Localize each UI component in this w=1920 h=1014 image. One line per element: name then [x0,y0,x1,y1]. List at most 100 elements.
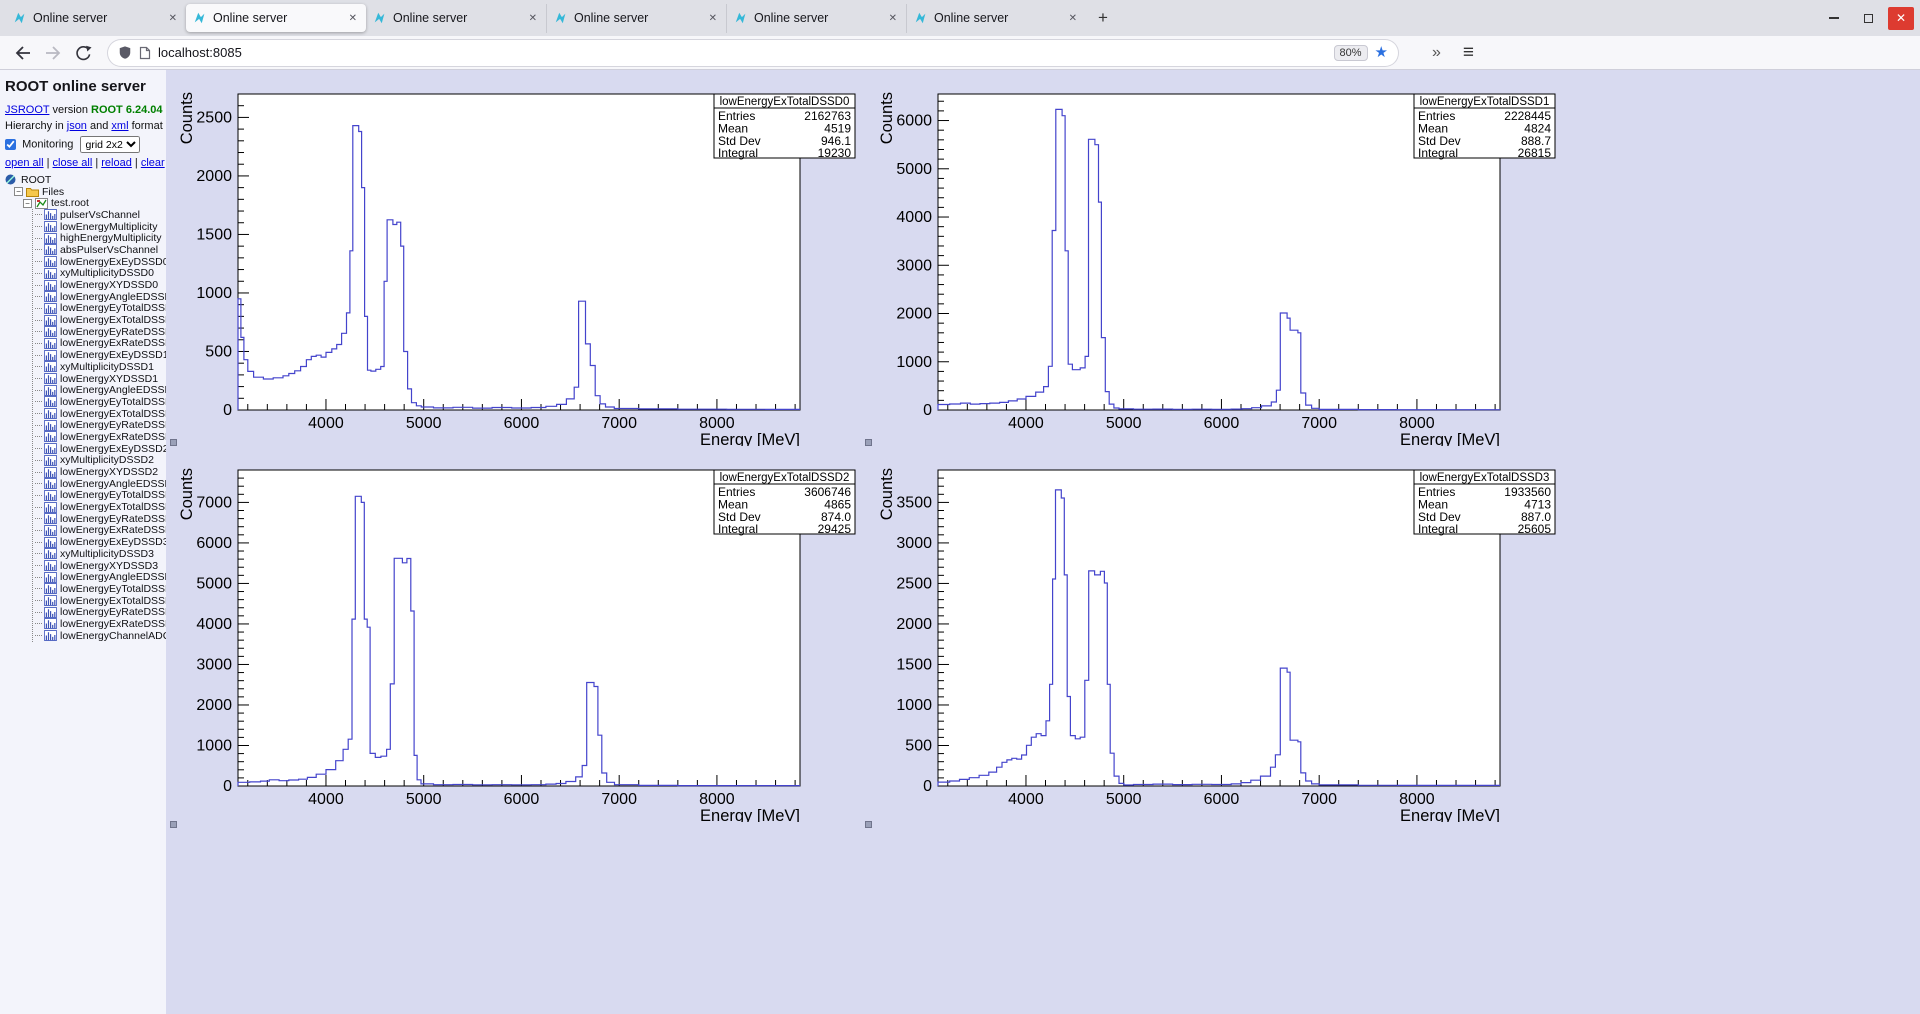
tree-item[interactable]: lowEnergyExRateDSSD0 [33,337,166,349]
browser-tab[interactable]: Online server ✕ [186,4,366,32]
tree-item[interactable]: xyMultiplicityDSSD1 [33,361,166,373]
xml-link[interactable]: xml [111,120,128,132]
tab-close-icon[interactable]: ✕ [707,11,719,26]
grid-resize-handle[interactable] [170,439,177,446]
tab-close-icon[interactable]: ✕ [887,11,899,26]
tree-item[interactable]: absPulserVsChannel [33,244,166,256]
tree-item[interactable]: lowEnergyExTotalDSSD3 [33,595,166,607]
open-all-link[interactable]: open all [5,157,44,169]
tree-item[interactable]: xyMultiplicityDSSD3 [33,548,166,560]
tree-item[interactable]: lowEnergyXYDSSD2 [33,466,166,478]
tree-item[interactable]: lowEnergyExEyDSSD3 [33,536,166,548]
tree-item[interactable]: lowEnergyEyRateDSSD1 [33,419,166,431]
tree-item[interactable]: lowEnergyExEyDSSD1 [33,349,166,361]
tree-connector [35,483,42,485]
tree-item[interactable]: lowEnergyMultiplicity [33,221,166,233]
tree-item[interactable]: lowEnergyAngleEDSSD0 [33,291,166,303]
tree-item[interactable]: lowEnergyExEyDSSD2 [33,443,166,455]
tree-item[interactable]: lowEnergyExTotalDSSD0 [33,314,166,326]
tab-close-icon[interactable]: ✕ [527,11,539,26]
tree-connector [35,459,42,461]
stats-box[interactable]: lowEnergyExTotalDSSD2Entries 3606746Mean 4… [713,469,856,536]
tree-item[interactable]: xyMultiplicityDSSD0 [33,267,166,279]
browser-tab[interactable]: Online server ✕ [6,4,186,33]
tree-item[interactable]: lowEnergyEyRateDSSD2 [33,513,166,525]
tree-item[interactable]: lowEnergyExTotalDSSD1 [33,408,166,420]
tab-close-icon[interactable]: ✕ [1067,11,1079,26]
plot-panel-lowEnergyExTotalDSSD3[interactable]: 4000 5000 6000 7000 8000 0 500 1000 1500 2000 2500… [866,446,1566,825]
layout-select[interactable]: grid 2x2 [80,136,141,153]
minimize-button[interactable] [1820,6,1848,30]
forward-button[interactable] [40,40,66,66]
tree-item[interactable]: highEnergyMultiplicity [33,232,166,244]
stats-box[interactable]: lowEnergyExTotalDSSD1Entries 2228445Mean 4… [1413,93,1556,160]
shield-icon[interactable] [118,45,132,60]
tree-item[interactable]: lowEnergyEyTotalDSSD3 [33,583,166,595]
json-link[interactable]: json [67,120,87,132]
clear-link[interactable]: clear [141,157,165,169]
plot-panel-lowEnergyExTotalDSSD1[interactable]: 4000 5000 6000 7000 8000 0 1000 2000 3000 4000 500… [866,70,1566,449]
tree-item[interactable]: lowEnergyAngleEDSSD3 [33,571,166,583]
tree-item[interactable]: lowEnergyXYDSSD1 [33,373,166,385]
close-all-link[interactable]: close all [53,157,93,169]
plot-panel-lowEnergyExTotalDSSD2[interactable]: 4000 5000 6000 7000 8000 0 1000 2000 3000 4000 500… [166,446,866,825]
tree-node-root[interactable]: ROOT [5,174,166,186]
tree-item[interactable]: lowEnergyEyRateDSSD3 [33,606,166,618]
collapse-icon[interactable]: − [14,187,23,197]
browser-tab[interactable]: Online server ✕ [726,3,906,33]
tree-item[interactable]: lowEnergyExRateDSSD1 [33,431,166,443]
tree-item[interactable]: lowEnergyExRateDSSD3 [33,618,166,630]
browser-tab[interactable]: Online server ✕ [366,4,546,33]
tab-close-icon[interactable]: ✕ [347,11,359,26]
tree-node-files[interactable]: − Files [5,186,166,198]
plot-panel-lowEnergyExTotalDSSD0[interactable]: 4000 5000 6000 7000 8000 0 500 1000 1500 2000 2500… [166,70,866,449]
browser-tab[interactable]: Online server ✕ [906,3,1086,33]
tree-item[interactable]: pulserVsChannel [33,209,166,221]
hamburger-menu-icon[interactable]: ≡ [1463,42,1474,64]
tree-item[interactable]: lowEnergyAngleEDSSD2 [33,478,166,490]
tab-strip: Online server ✕ Online server ✕ Online serve… [6,0,1116,36]
tree-node-file[interactable]: − test.root [5,197,166,209]
collapse-icon[interactable]: − [23,198,32,208]
stats-box[interactable]: lowEnergyExTotalDSSD0Entries 2162763Mean 4… [713,93,856,160]
url-bar[interactable]: localhost:8085 80% ★ [108,39,1398,66]
stats-value: 29425 [818,522,852,536]
zoom-indicator[interactable]: 80% [1333,44,1368,61]
tree-item[interactable]: lowEnergyChannelADC [33,630,166,642]
grid-resize-handle[interactable] [170,821,177,828]
tab-close-icon[interactable]: ✕ [167,11,179,26]
browser-tab[interactable]: Online server ✕ [546,3,726,33]
tree-connector [35,354,42,356]
tree-item[interactable]: lowEnergyExTotalDSSD2 [33,501,166,513]
tree-item[interactable]: lowEnergyExRateDSSD2 [33,524,166,536]
close-button[interactable]: ✕ [1888,6,1914,30]
bookmark-star-icon[interactable]: ★ [1375,45,1388,60]
page-info-icon[interactable] [139,46,151,60]
tree-item[interactable]: lowEnergyEyTotalDSSD2 [33,489,166,501]
tree-item-label: lowEnergyAngleEDSSD2 [60,477,166,490]
tree-connector [35,389,42,391]
tree-connector [35,319,42,321]
tree-item[interactable]: lowEnergyAngleEDSSD1 [33,384,166,396]
tree-item[interactable]: lowEnergyEyTotalDSSD0 [33,302,166,314]
tree-item-label: lowEnergyAngleEDSSD0 [60,290,166,303]
new-tab-button[interactable]: + [1090,5,1116,31]
grid-resize-handle[interactable] [865,439,872,446]
back-button[interactable] [10,40,36,66]
tree-item[interactable]: xyMultiplicityDSSD2 [33,454,166,466]
tree-item[interactable]: lowEnergyXYDSSD0 [33,279,166,291]
stats-box[interactable]: lowEnergyExTotalDSSD3Entries 1933560Mean 4… [1413,469,1556,536]
reload-button[interactable] [70,40,96,66]
y-tick-label: 3500 [896,494,932,511]
tree-item[interactable]: lowEnergyEyRateDSSD0 [33,326,166,338]
jsroot-link[interactable]: JSROOT [5,104,49,116]
overflow-menu-icon[interactable]: » [1432,44,1441,62]
reload-link[interactable]: reload [101,157,132,169]
tree-item[interactable]: lowEnergyEyTotalDSSD1 [33,396,166,408]
grid-resize-handle[interactable] [865,821,872,828]
maximize-button[interactable] [1854,6,1882,30]
monitoring-checkbox[interactable] [5,138,16,150]
tree-item[interactable]: lowEnergyExEyDSSD0 [33,256,166,268]
monitoring-row: Monitoring grid 2x2 [5,136,166,153]
tree-item[interactable]: lowEnergyXYDSSD3 [33,560,166,572]
